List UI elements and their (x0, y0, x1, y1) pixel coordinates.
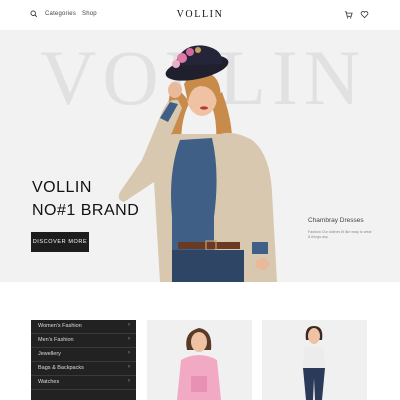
chevron-right-icon: › (128, 350, 130, 356)
category-item-label: Watches (38, 379, 60, 385)
discover-more-button[interactable]: DISCOVER MORE (31, 232, 89, 252)
category-item-jewellery[interactable]: Jewellery › (31, 348, 136, 362)
hero-headline-line1: VOLLIN (32, 179, 92, 196)
product-card-2-image (303, 326, 325, 400)
hero-banner: VOLLIN VOLLIN NO#1 (0, 30, 400, 282)
chevron-right-icon: › (128, 336, 130, 342)
product-card-1[interactable] (147, 320, 252, 400)
product-card-2[interactable] (262, 320, 367, 400)
product-card-1-image (177, 328, 221, 400)
chevron-right-icon: › (128, 378, 130, 384)
heart-icon[interactable] (360, 10, 369, 19)
category-item-womens-fashion[interactable]: Women's Fashion › (31, 320, 136, 334)
category-item-label: Jewellery (38, 351, 61, 357)
category-item-bags-backpacks[interactable]: Bags & Backpacks › (31, 362, 136, 376)
hero-model-image (118, 45, 278, 282)
chevron-right-icon: › (128, 364, 130, 370)
category-item-label: Women's Fashion (38, 323, 82, 329)
chevron-right-icon: › (128, 322, 130, 328)
hero-headline-line2: NO#1 BRAND (32, 202, 140, 219)
top-nav: Categories Shop VOLLIN (0, 0, 400, 30)
cart-icon[interactable] (344, 10, 353, 19)
category-menu: Women's Fashion › Men's Fashion › Jewell… (31, 320, 136, 400)
category-item-label: Men's Fashion (38, 337, 74, 343)
category-item-watches[interactable]: Watches › (31, 376, 136, 390)
brand-logo[interactable]: VOLLIN (0, 9, 400, 20)
category-item-mens-fashion[interactable]: Men's Fashion › (31, 334, 136, 348)
product-promo-description: Fashion Our clothes fit like easy to wea… (308, 230, 372, 239)
product-promo-title[interactable]: Chambray Dresses (308, 217, 364, 224)
category-item-label: Bags & Backpacks (38, 365, 84, 371)
